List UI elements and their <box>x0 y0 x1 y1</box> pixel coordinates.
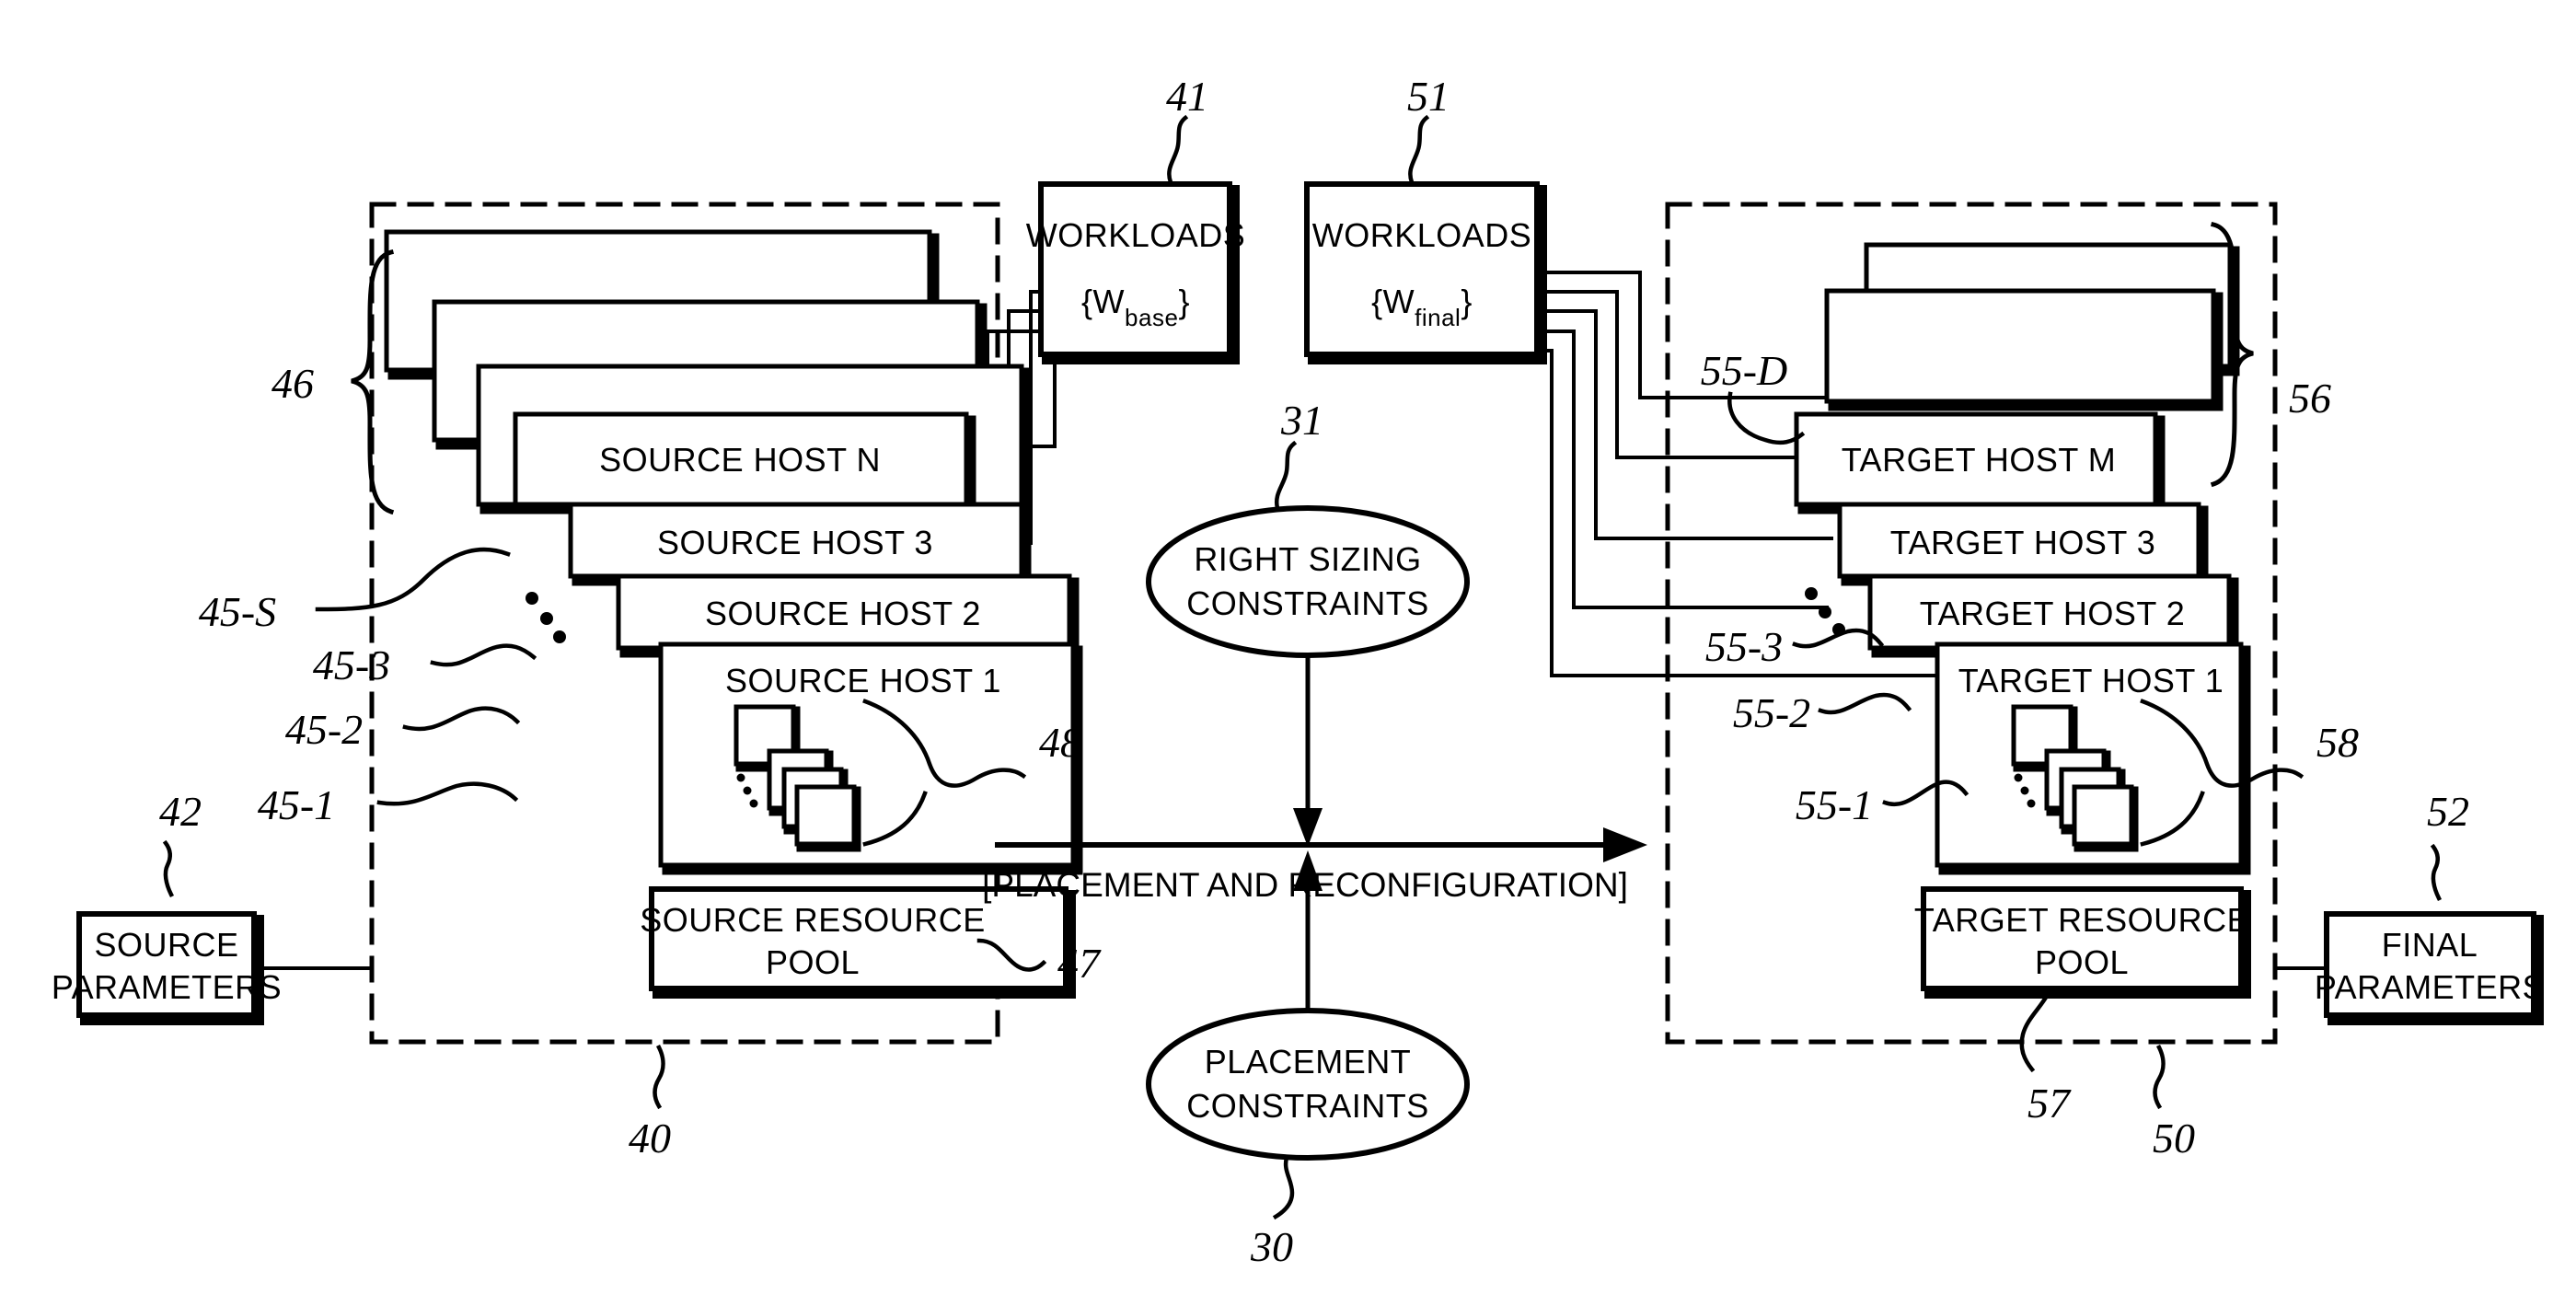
ref-55-2: 55-2 <box>1733 689 1810 736</box>
placement-constraints-ellipse[interactable] <box>1146 1008 1470 1161</box>
source-host-n-label: SOURCE HOST N <box>599 441 881 479</box>
ref-51: 51 <box>1407 73 1450 120</box>
source-resource-pool-line2: POOL <box>766 943 860 981</box>
ref-50: 50 <box>2153 1115 2195 1162</box>
target-host-1-label: TARGET HOST 1 <box>1958 662 2224 699</box>
ref-30: 30 <box>1250 1223 1293 1270</box>
final-parameters-line2: PARAMETERS <box>2315 968 2545 1006</box>
ref-55-3: 55-3 <box>1705 623 1783 670</box>
ref-58: 58 <box>2316 719 2359 766</box>
target-resource-pool-line2: POOL <box>2035 943 2129 981</box>
ref-31: 31 <box>1280 397 1323 444</box>
workloads-final-line1: WORKLOADS <box>1312 216 1532 254</box>
ref-41: 41 <box>1166 73 1208 120</box>
target-host-3-label: TARGET HOST 3 <box>1890 524 2156 561</box>
right-sizing-line2: CONSTRAINTS <box>1186 584 1429 622</box>
figure-canvas: WORKLOADS {Wbase} 41 WORKLOADS {Wfinal} … <box>0 0 2576 1306</box>
placement-constraints-line2: CONSTRAINTS <box>1186 1087 1429 1125</box>
target-resource-pool-line1: TARGET RESOURCE <box>1914 901 2249 939</box>
target-host-stack-blank-2 <box>1824 288 2224 411</box>
source-host-3-label: SOURCE HOST 3 <box>657 524 933 561</box>
ref-45-1: 45-1 <box>258 781 335 828</box>
ref-48: 48 <box>1039 719 1081 766</box>
target-host-m-label: TARGET HOST M <box>1842 441 2117 479</box>
ref-45-2: 45-2 <box>285 706 363 753</box>
ref-42: 42 <box>159 788 202 835</box>
workloads-final-box[interactable] <box>1304 181 1547 364</box>
placement-reconfiguration-label: [PLACEMENT AND RECONFIGURATION] <box>982 866 1628 904</box>
source-host-2-label: SOURCE HOST 2 <box>705 595 981 632</box>
ref-47: 47 <box>1057 940 1102 987</box>
workloads-base-line1: WORKLOADS <box>1026 216 1246 254</box>
source-parameters-line2: PARAMETERS <box>52 968 282 1006</box>
target-host-2-label: TARGET HOST 2 <box>1920 595 2186 632</box>
ref-40: 40 <box>629 1115 671 1162</box>
source-host-1-label: SOURCE HOST 1 <box>725 662 1001 699</box>
right-sizing-constraints-ellipse[interactable] <box>1146 505 1470 658</box>
ref-55-1: 55-1 <box>1796 781 1873 828</box>
source-parameters-line1: SOURCE <box>94 926 238 964</box>
right-sizing-line1: RIGHT SIZING <box>1194 540 1421 578</box>
ref-52: 52 <box>2427 788 2469 835</box>
ref-46: 46 <box>271 360 314 407</box>
source-resource-pool-line1: SOURCE RESOURCE <box>640 901 986 939</box>
ref-45-3: 45-3 <box>313 641 390 688</box>
placement-constraints-line1: PLACEMENT <box>1205 1043 1412 1081</box>
final-parameters-line1: FINAL <box>2382 926 2478 964</box>
ref-45-s: 45-S <box>199 588 276 635</box>
ref-57: 57 <box>2027 1080 2072 1127</box>
workloads-base-box[interactable] <box>1038 181 1240 364</box>
ref-55-d: 55-D <box>1701 347 1788 394</box>
ref-56: 56 <box>2289 375 2331 422</box>
